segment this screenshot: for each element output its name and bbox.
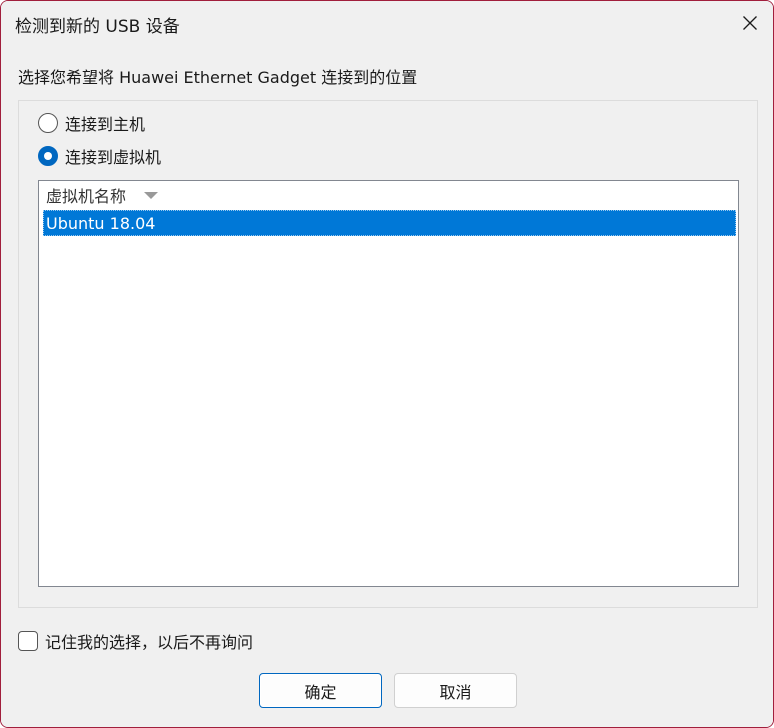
- list-item-label: Ubuntu 18.04: [46, 213, 156, 233]
- connection-options-group: 连接到主机 连接到虚拟机 虚拟机名称 Ubuntu 18.04: [18, 100, 758, 608]
- radio-label-host: 连接到主机: [65, 115, 146, 134]
- title-bar: 检测到新的 USB 设备: [1, 1, 773, 47]
- remember-checkbox[interactable]: [18, 631, 38, 651]
- list-header: 虚拟机名称: [39, 181, 738, 209]
- radio-connect-host[interactable]: 连接到主机: [38, 111, 145, 135]
- remember-choice-row[interactable]: 记住我的选择，以后不再询问: [18, 629, 253, 653]
- radio-label-vm: 连接到虚拟机: [65, 148, 162, 167]
- close-icon: [743, 16, 757, 30]
- dialog-title: 检测到新的 USB 设备: [15, 17, 180, 37]
- radio-connect-vm[interactable]: 连接到虚拟机: [38, 144, 161, 168]
- column-header-vm-name[interactable]: 虚拟机名称: [39, 181, 159, 209]
- dialog-content: 选择您希望将 Huawei Ethernet Gadget 连接到的位置 连接到…: [1, 47, 773, 727]
- remember-label: 记住我的选择，以后不再询问: [45, 633, 254, 652]
- radio-selected-dot: [44, 152, 52, 160]
- usb-detected-dialog: 检测到新的 USB 设备 选择您希望将 Huawei Ethernet Gadg…: [0, 0, 774, 728]
- radio-button-host[interactable]: [38, 113, 58, 133]
- list-item[interactable]: Ubuntu 18.04: [43, 210, 736, 236]
- cancel-button[interactable]: 取消: [394, 673, 517, 708]
- close-button[interactable]: [727, 1, 773, 45]
- column-header-label: 虚拟机名称: [46, 187, 127, 206]
- radio-button-vm[interactable]: [38, 146, 58, 166]
- prompt-text: 选择您希望将 Huawei Ethernet Gadget 连接到的位置: [18, 68, 418, 87]
- ok-button[interactable]: 确定: [259, 673, 382, 708]
- vm-list[interactable]: 虚拟机名称 Ubuntu 18.04: [38, 180, 739, 587]
- sort-arrow-icon: [144, 191, 159, 199]
